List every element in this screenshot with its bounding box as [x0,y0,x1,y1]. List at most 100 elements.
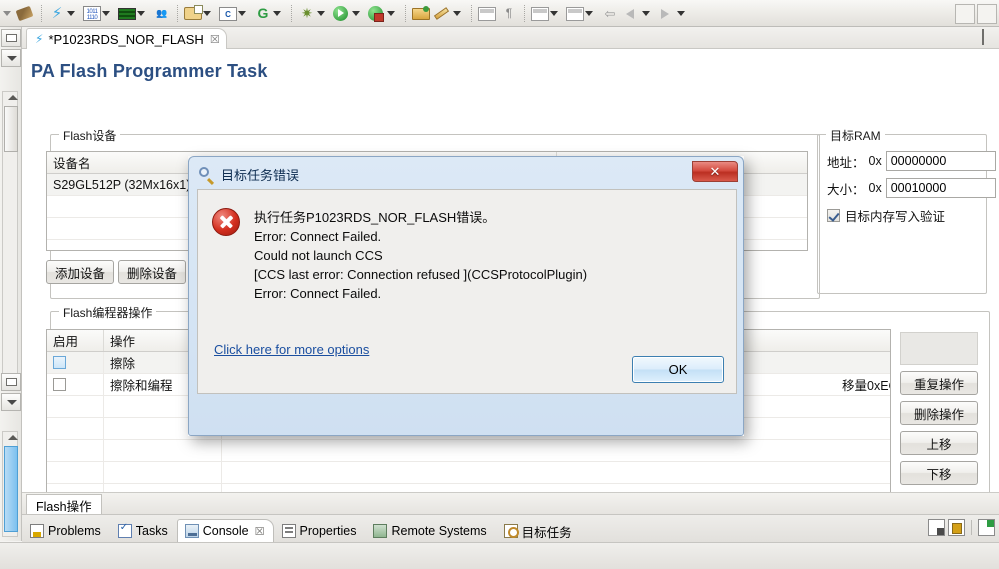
toolbar-button-new-project[interactable] [182,2,217,24]
checkbox-icon[interactable] [827,209,840,222]
more-options-link[interactable]: Click here for more options [214,342,369,357]
chevron-down-icon[interactable] [677,10,685,16]
view-tab-properties[interactable]: Properties [274,519,366,542]
chevron-down-icon[interactable] [453,10,461,16]
clear-console-icon[interactable] [928,519,945,536]
toolbar-button-export[interactable] [529,2,564,24]
toolbar-button-debug[interactable]: ⚡ [46,2,81,24]
toolbar-button-grep[interactable]: G [252,2,287,24]
chevron-down-icon[interactable] [203,10,211,16]
lock-scroll-icon[interactable] [948,519,965,536]
left-scrollbar-bottom[interactable] [2,431,18,537]
toolbar-separator [41,4,42,22]
view-tab-console[interactable]: Console ☒ [176,519,274,542]
editor-tab-strip: ⚡ *P1023RDS_NOR_FLASH ☒ [22,27,999,49]
toolbar-button-chip[interactable] [116,2,151,24]
checkbox-icon[interactable] [53,356,66,369]
toolbar-button-team[interactable]: 👥 [151,2,173,24]
toolbar-button-open-folder[interactable] [410,2,432,24]
cell-enabled[interactable] [47,374,104,395]
target-ram-size-input[interactable] [885,178,996,198]
status-bar [0,542,999,569]
toolbar-button-hammer[interactable] [15,2,37,24]
view-tab-target-tasks[interactable]: 目标任务 [496,519,581,542]
left-scroll-thumb-selected[interactable] [4,446,18,532]
scroll-up-arrow[interactable] [8,435,18,440]
view-tab-remote-systems[interactable]: Remote Systems [365,519,495,542]
view-menu-button-top[interactable] [1,49,21,67]
team-icon: 👥 [156,7,168,18]
target-ram-address-input[interactable] [885,151,996,171]
open-console-icon[interactable] [978,519,995,536]
add-device-button[interactable]: 添加设备 [46,260,114,284]
restore-view-button-bottom[interactable] [1,373,21,391]
toolbar-button-new-c-file[interactable]: C [217,2,252,24]
move-up-button[interactable]: 上移 [900,431,978,455]
verify-memory-write-checkbox-row[interactable]: 目标内存写入验证 [827,206,945,225]
chevron-down-icon[interactable] [352,10,360,16]
delete-device-button[interactable]: 删除设备 [118,260,186,284]
editor-tab-p1023rds-nor-flash[interactable]: ⚡ *P1023RDS_NOR_FLASH ☒ [26,28,227,49]
toolbar-separator [291,4,292,22]
chevron-down-icon[interactable] [317,10,325,16]
left-minimized-view-rail [0,27,22,541]
chevron-down-icon[interactable] [67,10,75,16]
toolbar-button-debug-bug[interactable]: ✷ [296,2,331,24]
ok-button[interactable]: OK [632,356,724,383]
address-label: 地址： [827,155,865,170]
paragraph-icon: ¶ [505,5,513,20]
toolbar-button-import[interactable] [564,2,599,24]
editor-page-tab-flash-operations[interactable]: Flash操作 [26,494,102,514]
chevron-down-icon[interactable] [387,10,395,16]
repeat-operation-button[interactable]: 重复操作 [900,371,978,395]
toolbar-overflow-caret[interactable] [3,10,11,16]
operations-side-placeholder [900,332,978,365]
chevron-down-icon[interactable] [550,10,558,16]
toolbar-button-run-locked[interactable] [366,2,401,24]
binary-icon: 1011 1110 [83,5,101,22]
toolbar-button-paragraph[interactable]: ¶ [498,2,520,24]
delete-operation-button[interactable]: 删除操作 [900,401,978,425]
chevron-down-icon[interactable] [273,10,281,16]
column-header-enabled[interactable]: 启用 [47,330,104,351]
checkbox-icon[interactable] [53,378,66,391]
view-tab-problems[interactable]: Problems [22,519,110,542]
toolbar-button-back[interactable]: ⇦ [599,2,621,24]
close-icon[interactable]: ☒ [255,525,265,538]
move-down-button[interactable]: 下移 [900,461,978,485]
toolbar-button-next[interactable] [656,2,691,24]
cell-empty [47,462,104,483]
size-prefix: 0x [868,181,882,195]
toolbar-button-run[interactable] [331,2,366,24]
message-line: 执行任务P1023RDS_NOR_FLASH错误。 [254,210,496,225]
restore-view-button-top[interactable] [1,29,21,47]
chevron-down-icon[interactable] [585,10,593,16]
close-icon[interactable]: ☒ [210,33,220,46]
view-tab-label: Tasks [135,524,168,538]
view-menu-button-bottom[interactable] [1,393,21,411]
toolbar-separator [177,4,178,22]
view-tab-label: Problems [48,524,101,538]
flash-operations-legend: Flash编程器操作 [59,304,157,321]
chevron-down-icon[interactable] [102,10,110,16]
chevron-down-icon[interactable] [137,10,145,16]
open-perspective-button[interactable] [955,3,975,24]
left-scroll-thumb[interactable] [4,106,18,152]
scroll-up-arrow[interactable] [8,95,18,100]
table-row-empty[interactable] [47,440,890,462]
dialog-title-bar[interactable]: 目标任务错误 ✕ [192,160,740,188]
perspective-switcher-button[interactable] [977,3,997,24]
toolbar-button-previous[interactable] [621,2,656,24]
view-tab-tasks[interactable]: Tasks [110,519,177,542]
toolbar-button-binary[interactable]: 1011 1110 [81,2,116,24]
chevron-down-icon[interactable] [238,10,246,16]
table-row-empty[interactable] [47,462,890,484]
close-icon[interactable]: ✕ [692,161,738,182]
toolbar-button-pencil[interactable] [432,2,467,24]
left-scrollbar-top[interactable] [2,91,18,391]
toolbar-button-table-view[interactable] [476,2,498,24]
cell-enabled[interactable] [47,352,104,373]
cell-empty [47,418,104,439]
chevron-down-icon[interactable] [642,10,650,16]
minimize-editor-button[interactable] [980,29,995,45]
